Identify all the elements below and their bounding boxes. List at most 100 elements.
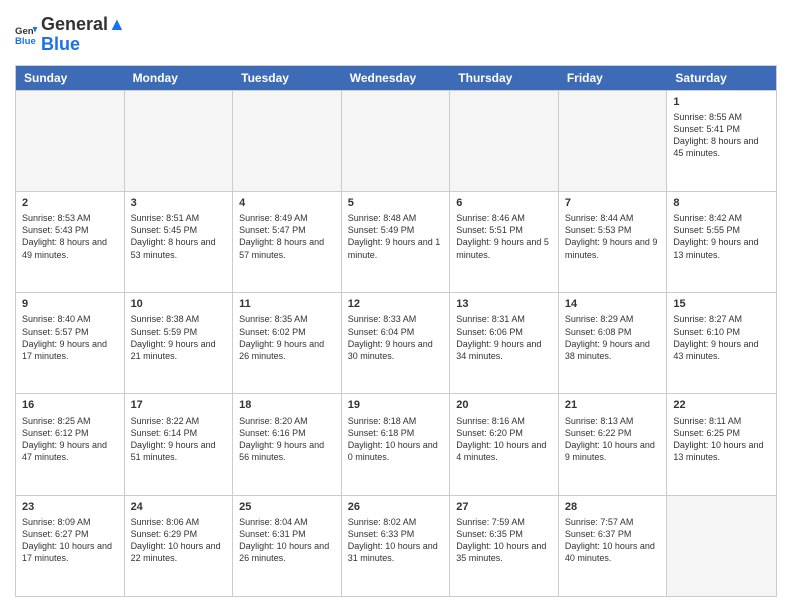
day-number: 8 (673, 196, 770, 210)
day-cell-2: 2 Sunrise: 8:53 AM Sunset: 5:43 PM Daylig… (16, 192, 125, 292)
day-number: 9 (22, 297, 118, 311)
day-number: 17 (131, 398, 227, 412)
day-cell-27: 27 Sunrise: 7:59 AM Sunset: 6:35 PM Dayli… (450, 496, 559, 596)
day-cell-23: 23 Sunrise: 8:09 AM Sunset: 6:27 PM Dayli… (16, 496, 125, 596)
day-number: 4 (239, 196, 335, 210)
page-header: Gen Blue General▲ Blue (15, 15, 777, 55)
day-number: 20 (456, 398, 552, 412)
calendar-header: SundayMondayTuesdayWednesdayThursdayFrid… (16, 66, 776, 90)
logo: Gen Blue General▲ Blue (15, 15, 126, 55)
day-cell-12: 12 Sunrise: 8:33 AM Sunset: 6:04 PM Dayli… (342, 293, 451, 393)
day-info: Sunrise: 8:09 AM Sunset: 6:27 PM Dayligh… (22, 516, 118, 565)
day-info: Sunrise: 8:48 AM Sunset: 5:49 PM Dayligh… (348, 212, 444, 261)
day-number: 11 (239, 297, 335, 311)
calendar-week-3: 9 Sunrise: 8:40 AM Sunset: 5:57 PM Daylig… (16, 292, 776, 393)
day-info: Sunrise: 7:59 AM Sunset: 6:35 PM Dayligh… (456, 516, 552, 565)
logo-text-line2: Blue (41, 35, 126, 55)
day-number: 25 (239, 500, 335, 514)
svg-text:Blue: Blue (15, 36, 36, 47)
day-number: 27 (456, 500, 552, 514)
day-cell-5: 5 Sunrise: 8:48 AM Sunset: 5:49 PM Daylig… (342, 192, 451, 292)
day-cell-17: 17 Sunrise: 8:22 AM Sunset: 6:14 PM Dayli… (125, 394, 234, 494)
day-number: 14 (565, 297, 661, 311)
day-info: Sunrise: 8:53 AM Sunset: 5:43 PM Dayligh… (22, 212, 118, 261)
day-cell-19: 19 Sunrise: 8:18 AM Sunset: 6:18 PM Dayli… (342, 394, 451, 494)
day-cell-10: 10 Sunrise: 8:38 AM Sunset: 5:59 PM Dayli… (125, 293, 234, 393)
logo-text-line1: General▲ (41, 15, 126, 35)
calendar-body: 1 Sunrise: 8:55 AM Sunset: 5:41 PM Daylig… (16, 90, 776, 596)
empty-cell (16, 91, 125, 191)
day-info: Sunrise: 8:16 AM Sunset: 6:20 PM Dayligh… (456, 415, 552, 464)
header-day-thursday: Thursday (450, 66, 559, 90)
day-info: Sunrise: 8:46 AM Sunset: 5:51 PM Dayligh… (456, 212, 552, 261)
day-number: 6 (456, 196, 552, 210)
day-cell-15: 15 Sunrise: 8:27 AM Sunset: 6:10 PM Dayli… (667, 293, 776, 393)
calendar-week-5: 23 Sunrise: 8:09 AM Sunset: 6:27 PM Dayli… (16, 495, 776, 596)
day-info: Sunrise: 8:02 AM Sunset: 6:33 PM Dayligh… (348, 516, 444, 565)
header-day-tuesday: Tuesday (233, 66, 342, 90)
day-number: 19 (348, 398, 444, 412)
day-cell-18: 18 Sunrise: 8:20 AM Sunset: 6:16 PM Dayli… (233, 394, 342, 494)
day-cell-20: 20 Sunrise: 8:16 AM Sunset: 6:20 PM Dayli… (450, 394, 559, 494)
day-info: Sunrise: 8:44 AM Sunset: 5:53 PM Dayligh… (565, 212, 661, 261)
calendar-page: Gen Blue General▲ Blue SundayMondayTuesd… (0, 0, 792, 612)
day-cell-4: 4 Sunrise: 8:49 AM Sunset: 5:47 PM Daylig… (233, 192, 342, 292)
day-number: 7 (565, 196, 661, 210)
day-cell-7: 7 Sunrise: 8:44 AM Sunset: 5:53 PM Daylig… (559, 192, 668, 292)
day-info: Sunrise: 8:29 AM Sunset: 6:08 PM Dayligh… (565, 313, 661, 362)
header-day-wednesday: Wednesday (342, 66, 451, 90)
day-cell-8: 8 Sunrise: 8:42 AM Sunset: 5:55 PM Daylig… (667, 192, 776, 292)
day-cell-9: 9 Sunrise: 8:40 AM Sunset: 5:57 PM Daylig… (16, 293, 125, 393)
calendar-week-1: 1 Sunrise: 8:55 AM Sunset: 5:41 PM Daylig… (16, 90, 776, 191)
header-day-friday: Friday (559, 66, 668, 90)
day-number: 1 (673, 95, 770, 109)
empty-cell (667, 496, 776, 596)
day-number: 24 (131, 500, 227, 514)
day-number: 18 (239, 398, 335, 412)
day-number: 23 (22, 500, 118, 514)
day-number: 2 (22, 196, 118, 210)
day-info: Sunrise: 8:11 AM Sunset: 6:25 PM Dayligh… (673, 415, 770, 464)
day-info: Sunrise: 8:49 AM Sunset: 5:47 PM Dayligh… (239, 212, 335, 261)
empty-cell (559, 91, 668, 191)
day-cell-22: 22 Sunrise: 8:11 AM Sunset: 6:25 PM Dayli… (667, 394, 776, 494)
day-info: Sunrise: 8:31 AM Sunset: 6:06 PM Dayligh… (456, 313, 552, 362)
day-info: Sunrise: 8:04 AM Sunset: 6:31 PM Dayligh… (239, 516, 335, 565)
day-cell-28: 28Sunrise: 7:57 AM Sunset: 6:37 PM Dayli… (559, 496, 668, 596)
day-number: 10 (131, 297, 227, 311)
day-number: 12 (348, 297, 444, 311)
calendar: SundayMondayTuesdayWednesdayThursdayFrid… (15, 65, 777, 597)
logo-icon: Gen Blue (15, 23, 39, 47)
day-cell-13: 13Sunrise: 8:31 AM Sunset: 6:06 PM Dayli… (450, 293, 559, 393)
day-info: Sunrise: 8:20 AM Sunset: 6:16 PM Dayligh… (239, 415, 335, 464)
empty-cell (125, 91, 234, 191)
day-info: Sunrise: 8:35 AM Sunset: 6:02 PM Dayligh… (239, 313, 335, 362)
day-info: Sunrise: 8:33 AM Sunset: 6:04 PM Dayligh… (348, 313, 444, 362)
day-info: Sunrise: 8:55 AM Sunset: 5:41 PM Dayligh… (673, 111, 770, 160)
day-cell-16: 16Sunrise: 8:25 AM Sunset: 6:12 PM Dayli… (16, 394, 125, 494)
day-info: Sunrise: 8:25 AM Sunset: 6:12 PM Dayligh… (22, 415, 118, 464)
empty-cell (342, 91, 451, 191)
day-info: Sunrise: 8:51 AM Sunset: 5:45 PM Dayligh… (131, 212, 227, 261)
day-cell-24: 24Sunrise: 8:06 AM Sunset: 6:29 PM Dayli… (125, 496, 234, 596)
header-day-saturday: Saturday (667, 66, 776, 90)
empty-cell (450, 91, 559, 191)
empty-cell (233, 91, 342, 191)
day-cell-25: 25 Sunrise: 8:04 AM Sunset: 6:31 PM Dayli… (233, 496, 342, 596)
day-number: 5 (348, 196, 444, 210)
header-day-sunday: Sunday (16, 66, 125, 90)
day-number: 15 (673, 297, 770, 311)
day-cell-11: 11 Sunrise: 8:35 AM Sunset: 6:02 PM Dayli… (233, 293, 342, 393)
day-info: Sunrise: 8:38 AM Sunset: 5:59 PM Dayligh… (131, 313, 227, 362)
day-info: Sunrise: 8:40 AM Sunset: 5:57 PM Dayligh… (22, 313, 118, 362)
day-info: Sunrise: 8:22 AM Sunset: 6:14 PM Dayligh… (131, 415, 227, 464)
calendar-week-2: 2 Sunrise: 8:53 AM Sunset: 5:43 PM Daylig… (16, 191, 776, 292)
day-cell-26: 26Sunrise: 8:02 AM Sunset: 6:33 PM Dayli… (342, 496, 451, 596)
day-cell-14: 14 Sunrise: 8:29 AM Sunset: 6:08 PM Dayli… (559, 293, 668, 393)
day-info: Sunrise: 8:18 AM Sunset: 6:18 PM Dayligh… (348, 415, 444, 464)
day-info: Sunrise: 8:27 AM Sunset: 6:10 PM Dayligh… (673, 313, 770, 362)
day-cell-3: 3Sunrise: 8:51 AM Sunset: 5:45 PM Daylig… (125, 192, 234, 292)
day-info: Sunrise: 8:42 AM Sunset: 5:55 PM Dayligh… (673, 212, 770, 261)
day-info: Sunrise: 8:13 AM Sunset: 6:22 PM Dayligh… (565, 415, 661, 464)
day-number: 22 (673, 398, 770, 412)
